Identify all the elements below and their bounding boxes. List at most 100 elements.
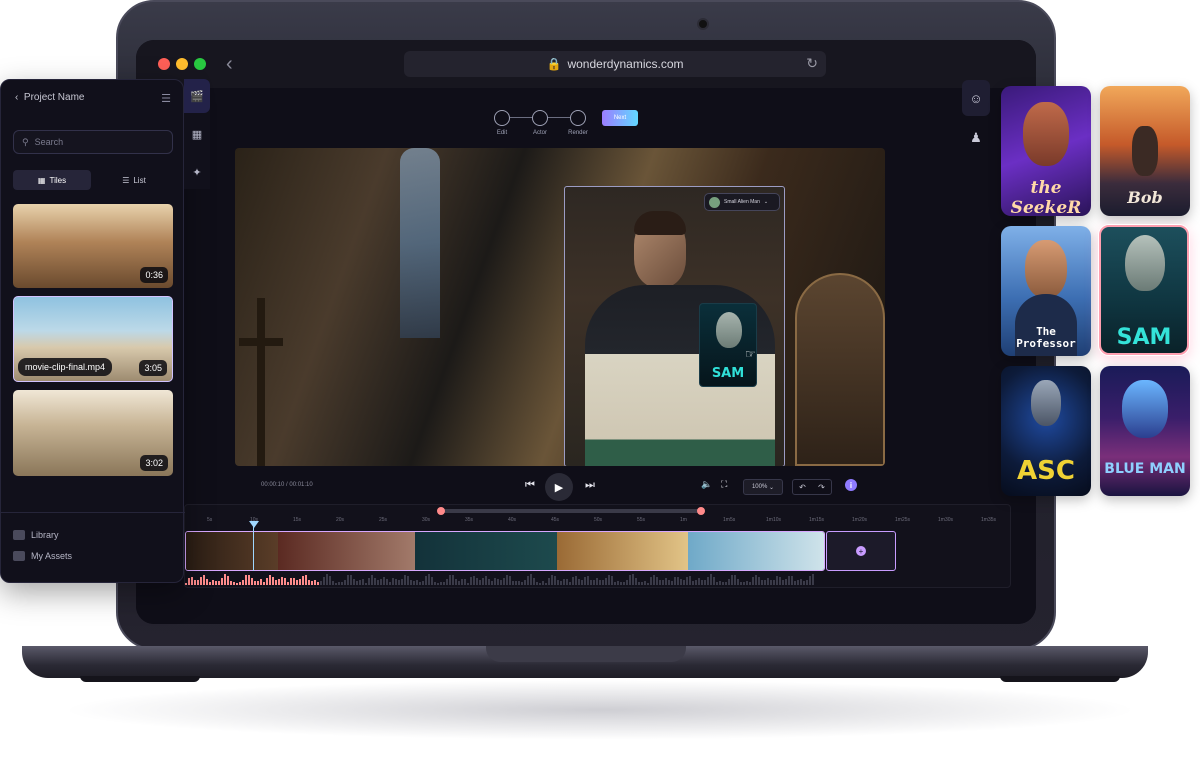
timeline-scrollbar[interactable] [437, 507, 705, 515]
clip-tile[interactable]: 3:02 [13, 390, 173, 476]
actor-dropdown[interactable]: Small Alien Man ⌄ [704, 193, 780, 211]
skip-back-icon[interactable]: ⏮ [525, 479, 535, 492]
zoom-select[interactable]: 100% ⌄ [743, 479, 783, 495]
list-icon: ☰ [122, 175, 130, 185]
waveform-bar [191, 577, 193, 585]
nav-label: Library [31, 530, 59, 540]
fullscreen-icon[interactable]: ⛶ [721, 479, 727, 490]
add-user-icon[interactable]: ♟ [962, 120, 990, 156]
waveform-bar [791, 576, 793, 585]
cross-shape [239, 338, 283, 346]
waveform-bar [320, 580, 322, 585]
clip-thumbnail[interactable] [186, 532, 278, 570]
clip-thumbnail[interactable] [415, 532, 557, 570]
waveform-bar [242, 580, 244, 585]
clip-thumbnail[interactable] [688, 532, 824, 570]
character-card[interactable]: The Professor [1001, 226, 1091, 356]
step-line [548, 117, 570, 118]
waveform-bar [530, 574, 532, 585]
clip-filename: movie-clip-final.mp4 [18, 358, 113, 376]
waveform-bar [614, 581, 616, 585]
waveform-bar [725, 582, 727, 585]
waveform-bar [524, 580, 526, 585]
waveform-bar [188, 577, 190, 585]
waveform-bar [584, 577, 586, 585]
waveform-bar [317, 581, 319, 585]
clip-thumbnail[interactable] [277, 532, 416, 570]
waveform-bar [671, 581, 673, 585]
layout-icon[interactable]: ▦ [188, 125, 206, 143]
video-preview[interactable]: Small Alien Man ⌄ SAM ☞ [235, 148, 885, 466]
reload-icon[interactable]: ↻ [806, 55, 818, 72]
tab-tiles[interactable]: ▦ Tiles [13, 170, 91, 190]
scroll-handle[interactable] [697, 507, 705, 515]
character-card-selected[interactable]: SAM [1099, 225, 1189, 355]
step-render-circle[interactable] [570, 110, 586, 126]
search-input[interactable]: ⚲ Search [13, 130, 173, 154]
waveform-bar [482, 578, 484, 585]
waveform-bar [473, 575, 475, 585]
minimize-window-button[interactable] [176, 58, 188, 70]
undo-icon[interactable]: ↶ [799, 483, 806, 492]
character-drop-card[interactable]: SAM [699, 303, 757, 387]
waveform-bar [701, 580, 703, 585]
waveform-bar [761, 580, 763, 585]
clip-thumbnail[interactable] [556, 532, 689, 570]
waveform-bar [680, 579, 682, 585]
character-card[interactable]: ASC [1001, 366, 1091, 496]
step-edit-circle[interactable] [494, 110, 510, 126]
back-arrow-icon[interactable]: ‹ [226, 53, 233, 76]
clip-tile[interactable]: 0:36 [13, 204, 173, 288]
waveform-bar [806, 580, 808, 585]
menu-icon[interactable]: ☰ [161, 92, 171, 105]
nav-my-assets[interactable]: My Assets [13, 551, 72, 561]
waveform-bar [602, 580, 604, 585]
character-card[interactable]: the SeekeR [1001, 86, 1091, 216]
tab-list[interactable]: ☰ List [95, 170, 173, 190]
waveform-bar [455, 579, 457, 585]
next-button[interactable]: Next [602, 110, 638, 126]
playhead[interactable] [253, 523, 254, 571]
waveform-bar [413, 580, 415, 585]
address-bar[interactable]: 🔒 wonderdynamics.com ↻ [404, 51, 826, 77]
actor-icon[interactable]: ☺ [962, 80, 990, 116]
close-window-button[interactable] [158, 58, 170, 70]
waveform-bar [686, 576, 688, 585]
waveform-bar [662, 580, 664, 585]
timeline[interactable]: 5s 10s 15s 20s 25s 30s 35s 40s 45s 50s 55s 1m 1m5s 1m… [184, 504, 1011, 588]
chevron-left-icon[interactable]: ‹ [15, 92, 18, 103]
character-card[interactable]: Bob [1100, 86, 1190, 216]
waveform-bar [560, 580, 562, 585]
panel-toolbar: 🎬 ▦ ✦ [184, 79, 210, 189]
alien-figure [716, 312, 742, 348]
actor-selection-box[interactable]: Small Alien Man ⌄ SAM ☞ [564, 186, 785, 466]
clip-tile[interactable]: movie-clip-final.mp4 3:05 [13, 296, 173, 382]
maximize-window-button[interactable] [194, 58, 206, 70]
playhead-handle[interactable] [249, 521, 259, 528]
clapper-icon[interactable]: 🎬 [184, 79, 210, 113]
volume-icon[interactable]: 🔈 [701, 479, 712, 490]
waveform-bar [425, 576, 427, 585]
total-time: 00:01:10 [289, 482, 313, 488]
scroll-handle[interactable] [437, 507, 445, 515]
step-label: Actor [532, 130, 547, 136]
waveform-bar [218, 581, 220, 585]
ruler-tick: 15s [293, 517, 302, 523]
info-icon[interactable]: i [845, 479, 857, 491]
character-card[interactable]: BLUE MAN [1100, 366, 1190, 496]
step-actor-circle[interactable] [532, 110, 548, 126]
project-title[interactable]: ‹ Project Name [15, 92, 84, 103]
magic-wand-icon[interactable]: ✦ [188, 163, 206, 181]
waveform-bar [374, 577, 376, 585]
skip-forward-icon[interactable]: ⏭ [585, 479, 595, 492]
redo-icon[interactable]: ↷ [818, 483, 825, 492]
play-button[interactable]: ▶ [545, 473, 573, 501]
clip-track[interactable] [185, 531, 825, 571]
waveform-bar [329, 576, 331, 585]
add-clip-button[interactable]: + [826, 531, 896, 571]
nav-library[interactable]: Library [13, 530, 59, 540]
waveform-bar [527, 575, 529, 585]
waveform-bar [266, 578, 268, 585]
waveform-bar [740, 582, 742, 585]
waveform-bar [653, 574, 655, 585]
